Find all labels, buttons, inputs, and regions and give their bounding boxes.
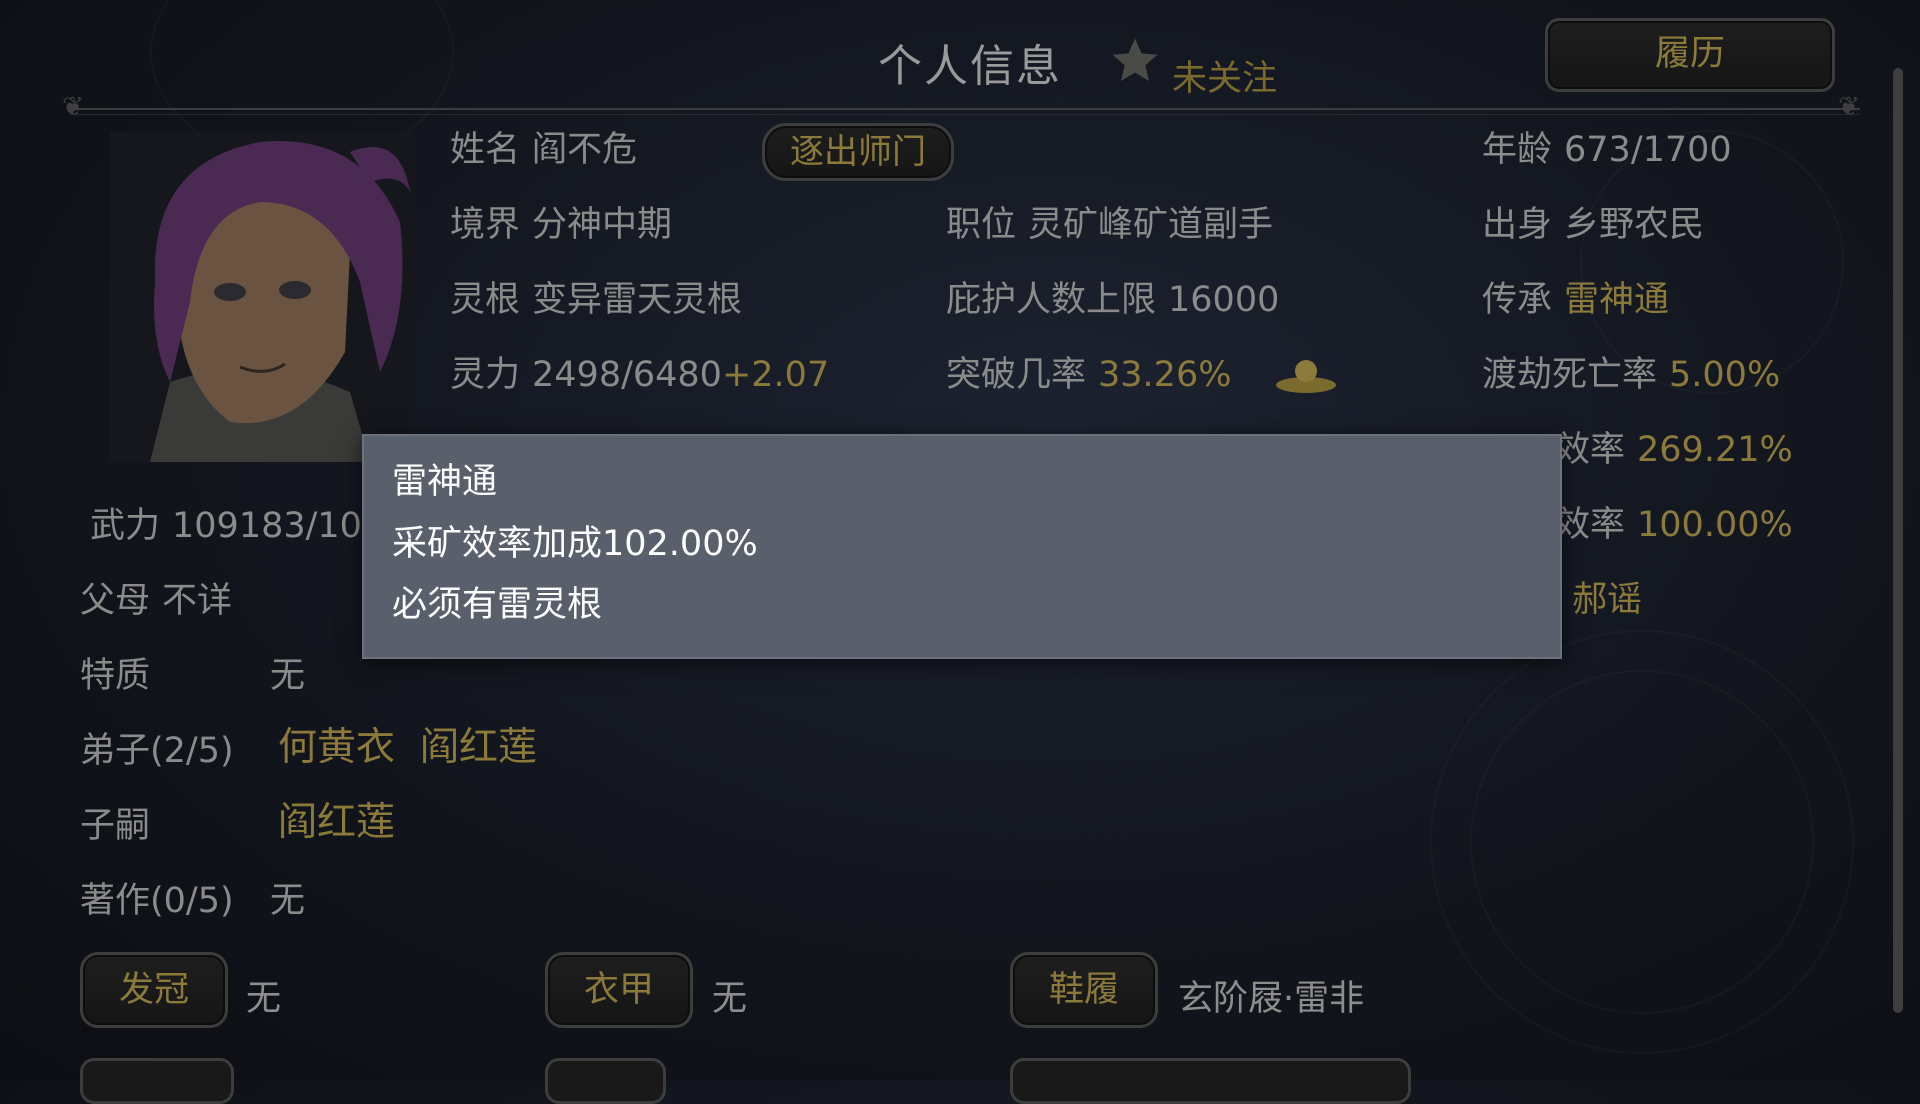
armor-slot-value: 无 <box>712 979 748 1019</box>
spirit-power-regen: +2.07 <box>721 355 830 395</box>
efficiency-label: 效率 <box>1555 505 1626 545</box>
equipment-slot-button[interactable] <box>80 1058 234 1104</box>
scrollbar[interactable] <box>1893 68 1903 1013</box>
efficiency-stat: 效率 269.21% <box>1555 430 1793 470</box>
spirit-root-value: 变异雷天灵根 <box>532 280 743 320</box>
position-value: 灵矿峰矿道副手 <box>1028 205 1274 245</box>
position-label: 职位 <box>946 205 1017 245</box>
expel-button[interactable]: 逐出师门 <box>762 123 954 181</box>
realm-stat: 境界 分神中期 <box>450 205 672 245</box>
protect-label: 庇护人数上限 <box>946 280 1157 320</box>
parents-label: 父母 <box>80 581 151 621</box>
tribulation-label: 渡劫死亡率 <box>1482 355 1658 395</box>
age-stat: 年龄 673/1700 <box>1482 130 1732 170</box>
efficiency-value: 269.21% <box>1637 430 1793 470</box>
spirit-power-value: 2498/6480 <box>532 355 722 395</box>
breakthrough-value: 33.26% <box>1098 355 1232 395</box>
heirs-label: 子嗣 <box>80 806 151 846</box>
spirit-power-label: 灵力 <box>450 355 521 395</box>
shoes-slot-button[interactable]: 鞋履 <box>1010 952 1158 1028</box>
tooltip-title: 雷神通 <box>392 462 498 502</box>
origin-value: 乡野农民 <box>1564 205 1705 245</box>
trait-value: 无 <box>270 656 306 696</box>
breakthrough-item-icon[interactable] <box>1275 355 1337 397</box>
tooltip-requirement: 必须有雷灵根 <box>392 585 603 625</box>
disciples-label: 弟子(2/5) <box>80 731 234 771</box>
tribulation-value: 5.00% <box>1669 355 1781 395</box>
age-label: 年龄 <box>1482 130 1553 170</box>
realm-value: 分神中期 <box>532 205 673 245</box>
name-stat: 姓名 阎不危 <box>450 130 637 170</box>
spirit-root-label: 灵根 <box>450 280 521 320</box>
force-label: 武力 <box>90 506 161 546</box>
realm-label: 境界 <box>450 205 521 245</box>
works-value: 无 <box>270 881 306 921</box>
equipment-slot-button[interactable] <box>1010 1058 1411 1104</box>
inheritance-tooltip: 雷神通 采矿效率加成102.00% 必须有雷灵根 <box>362 434 1562 659</box>
force-value: 109183/109 <box>172 506 385 546</box>
trait-label: 特质 <box>80 656 151 696</box>
equipment-slot-button[interactable] <box>545 1058 666 1104</box>
protect-value: 16000 <box>1168 280 1280 320</box>
breakthrough-label: 突破几率 <box>946 355 1087 395</box>
force-stat: 武力 109183/109 <box>90 506 384 546</box>
tooltip-bonus: 采矿效率加成102.00% <box>392 524 758 564</box>
origin-label: 出身 <box>1482 205 1553 245</box>
spirit-power-stat: 灵力 2498/6480+2.07 <box>450 355 829 395</box>
efficiency-stat: 效率 100.00% <box>1555 505 1793 545</box>
origin-stat: 出身 乡野农民 <box>1482 205 1704 245</box>
heir-link[interactable]: 阎红莲 <box>278 803 395 843</box>
efficiency-value: 100.00% <box>1637 505 1793 545</box>
divider-ornament-left: ❦ <box>62 92 84 122</box>
works-label: 著作(0/5) <box>80 881 234 921</box>
shoes-slot-value: 玄阶屐·雷非 <box>1178 979 1365 1019</box>
tribulation-stat: 渡劫死亡率 5.00% <box>1482 355 1780 395</box>
star-icon[interactable] <box>1108 34 1162 88</box>
armor-slot-button[interactable]: 衣甲 <box>545 952 693 1028</box>
follow-status[interactable]: 未关注 <box>1172 50 1277 101</box>
inherit-label: 传承 <box>1482 280 1553 320</box>
efficiency-label: 效率 <box>1555 430 1626 470</box>
disciple-link[interactable]: 何黄衣 <box>278 728 395 768</box>
page-title: 个人信息 <box>878 41 1062 92</box>
breakthrough-stat: 突破几率 33.26% <box>946 355 1231 395</box>
parents-stat: 父母 不详 <box>80 581 232 621</box>
inherit-stat[interactable]: 传承 雷神通 <box>1482 280 1669 320</box>
resume-button[interactable]: 履历 <box>1545 18 1835 92</box>
age-value: 673/1700 <box>1564 130 1732 170</box>
parents-value: 不详 <box>162 581 233 621</box>
spirit-root-stat: 灵根 变异雷天灵根 <box>450 280 742 320</box>
cloud-swirl-decoration <box>1470 670 1814 1014</box>
hat-slot-value: 无 <box>246 979 282 1019</box>
protect-stat: 庇护人数上限 16000 <box>946 280 1279 320</box>
dao-partner-link[interactable]: 郝谣 <box>1572 580 1642 620</box>
inherit-value[interactable]: 雷神通 <box>1564 280 1669 320</box>
header-divider <box>70 108 1860 115</box>
name-label: 姓名 <box>450 130 521 170</box>
disciple-link[interactable]: 阎红莲 <box>420 728 537 768</box>
hat-slot-button[interactable]: 发冠 <box>80 952 228 1028</box>
character-portrait <box>110 132 415 462</box>
name-value: 阎不危 <box>532 130 638 170</box>
divider-ornament-right: ❦ <box>1838 92 1860 122</box>
position-stat: 职位 灵矿峰矿道副手 <box>946 205 1273 245</box>
